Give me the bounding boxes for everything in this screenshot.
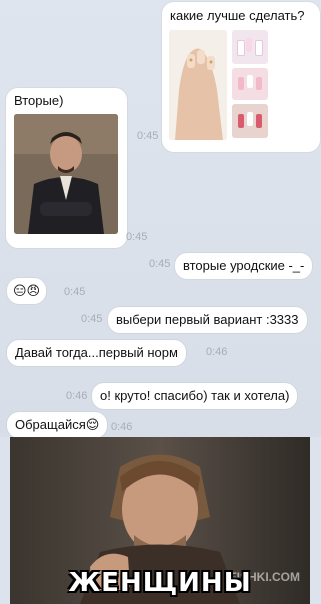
message-text: вторые уродские -_- xyxy=(183,258,305,273)
message-text: Обращайся😌 xyxy=(15,417,100,432)
man-eye-roll-illustration xyxy=(14,114,118,234)
timestamp: 0:45 xyxy=(81,313,103,325)
timestamp: 0:46 xyxy=(111,421,133,433)
message-bubble-incoming[interactable]: Обращайся😌 xyxy=(7,412,108,438)
chat-area: какие лучше сделать? Вторые) 0:45 0:45 0… xyxy=(0,0,321,438)
timestamp: 0:45 xyxy=(137,130,159,142)
meme-image: FISHKI.COM ЖЕНЩИНЫ xyxy=(10,437,310,604)
nails-photo-2[interactable] xyxy=(232,68,268,100)
message-text: выбери первый вариант :3333 xyxy=(116,312,299,327)
message-text: Вторые) xyxy=(14,93,64,108)
timestamp: 0:45 xyxy=(64,286,86,298)
message-text: Давай тогда...первый норм xyxy=(15,345,178,360)
message-bubble-incoming[interactable]: 😑😠 xyxy=(7,278,47,304)
message-bubble-incoming[interactable]: Давай тогда...первый норм xyxy=(7,340,186,366)
nails-photo-3[interactable] xyxy=(232,104,268,138)
timestamp: 0:45 xyxy=(149,258,171,270)
message-text: какие лучше сделать? xyxy=(170,8,305,23)
hand-illustration xyxy=(169,30,227,140)
nails-photo-1[interactable] xyxy=(232,30,268,64)
nails-photo-main[interactable] xyxy=(169,30,227,140)
timestamp: 0:45 xyxy=(126,231,148,243)
timestamp: 0:46 xyxy=(66,390,88,402)
meme-caption: ЖЕНЩИНЫ xyxy=(68,568,252,598)
message-bubble-outgoing[interactable]: какие лучше сделать? xyxy=(162,2,320,152)
message-bubble-outgoing[interactable]: выбери первый вариант :3333 xyxy=(108,307,307,333)
reaction-photo[interactable] xyxy=(14,114,118,234)
message-bubble-outgoing[interactable]: о! круто! спасибо) так и хотела) xyxy=(92,383,298,409)
timestamp: 0:46 xyxy=(206,346,228,358)
message-text: о! круто! спасибо) так и хотела) xyxy=(100,388,290,403)
message-bubble-outgoing[interactable]: вторые уродские -_- xyxy=(175,253,313,279)
message-bubble-incoming[interactable]: Вторые) xyxy=(6,88,127,248)
emoji-text: 😑😠 xyxy=(13,283,41,298)
